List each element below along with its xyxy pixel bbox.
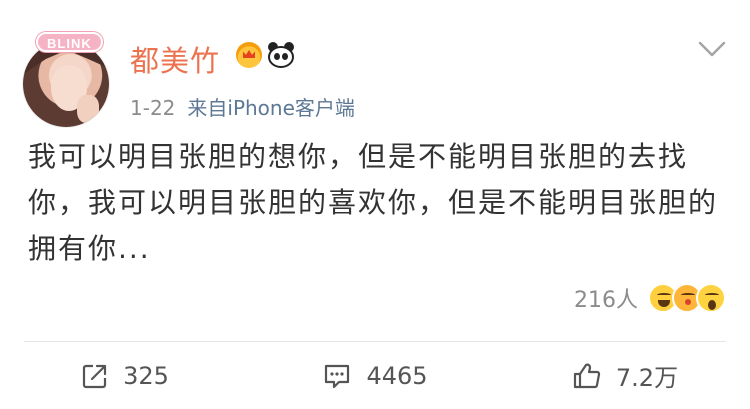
reactions-count: 216人 [574,288,638,313]
chevron-down-icon[interactable] [698,40,726,58]
panda-head [268,46,294,68]
reactions-summary[interactable]: 216人 [574,282,726,314]
emoji-mouth [685,299,691,305]
post-meta: 1-22 来自iPhone客户端 [130,92,355,121]
repost-icon [81,362,109,390]
panda-eye [274,53,280,60]
user-badges [236,42,296,70]
like-count: 7.2万 [615,364,679,392]
emoji-eyes [657,293,671,297]
emoji-eyes [681,293,695,297]
avatar-blink-badge: BLINK [36,32,103,52]
panda-eye [282,53,288,60]
emoji-mouth [708,300,716,310]
post-date: 1-22 [130,96,176,120]
comment-count: 4465 [366,361,428,390]
emoji-eyes [705,293,719,297]
like-button[interactable]: 7.2万 [500,342,750,409]
username[interactable]: 都美竹 [130,38,220,80]
weibo-post-card: BLINK 都美竹 1-22 来自iPhone客户端 我可以明目张胆的想你，但是… [0,0,750,409]
post-source[interactable]: 来自iPhone客户端 [187,92,355,121]
wow-emoji-icon [696,283,726,313]
reaction-emojis [648,283,726,313]
crown-badge-icon[interactable] [236,42,262,68]
post-actions-bar: 325 4465 7.2万 [0,342,750,409]
post-content: 我可以明目张胆的想你，但是不能明目张胆的去找你，我可以明目张胆的喜欢你，但是不能… [28,140,719,265]
thumbs-up-icon [572,361,602,391]
repost-count: 325 [123,361,169,390]
repost-button[interactable]: 325 [0,342,250,409]
comment-button[interactable]: 4465 [250,342,500,409]
emoji-mouth [658,300,670,307]
panda-badge-icon[interactable] [266,42,296,70]
avatar-hand [77,95,99,123]
avatar[interactable]: BLINK [20,32,112,130]
comment-icon [322,362,352,390]
